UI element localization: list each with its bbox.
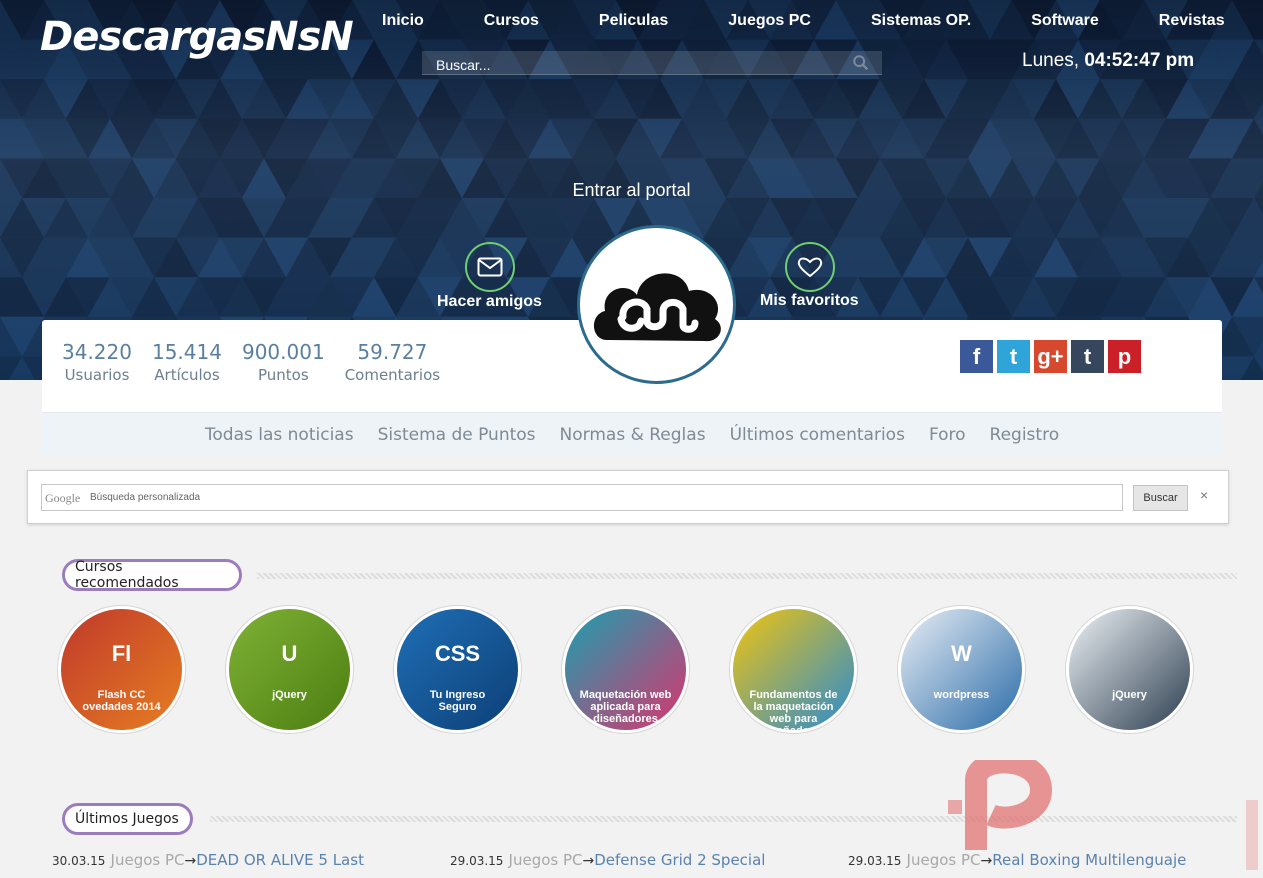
- games-section-title: Últimos Juegos: [62, 803, 193, 835]
- cloud-logo-icon: [593, 272, 721, 341]
- stat-users: 34.220 Usuarios: [62, 340, 132, 384]
- heart-icon: [797, 257, 823, 278]
- section-title-text: Últimos Juegos: [75, 811, 179, 827]
- nav-sistemas-op[interactable]: Sistemas OP.: [841, 10, 1001, 32]
- course-thumbnail[interactable]: CSS Tu Ingreso Seguro: [394, 606, 521, 733]
- nav-revistas[interactable]: Revistas: [1129, 10, 1255, 32]
- close-icon[interactable]: ×: [1200, 487, 1208, 503]
- nav-cursos[interactable]: Cursos: [454, 10, 569, 32]
- google-search-box: Google Buscar ×: [27, 470, 1229, 524]
- stat-label: Comentarios: [344, 366, 441, 384]
- googleplus-icon[interactable]: g+: [1034, 340, 1067, 373]
- section-divider: [257, 573, 1237, 579]
- subnav-register[interactable]: Registro: [990, 425, 1060, 445]
- section-title-text: Cursos recomendados: [75, 559, 179, 591]
- game-date: 29.03.15: [848, 854, 902, 868]
- google-search-input[interactable]: [90, 485, 1110, 510]
- course-caption-top: Fl: [111, 641, 132, 666]
- game-title[interactable]: DEAD OR ALIVE 5 Last: [196, 851, 364, 869]
- course-caption-bottom: jQuery: [272, 689, 307, 701]
- stat-value: 900.001: [241, 340, 325, 364]
- clock-day: Lunes,: [1022, 50, 1080, 71]
- search-icon[interactable]: [852, 54, 870, 72]
- subnav-forum[interactable]: Foro: [929, 425, 966, 445]
- sub-nav: Todas las noticias Sistema de Puntos Nor…: [42, 412, 1222, 456]
- facebook-icon[interactable]: f: [960, 340, 993, 373]
- nav-inicio[interactable]: Inicio: [352, 10, 454, 32]
- course-caption-bottom: Fundamentos de la maquetación web para d…: [749, 689, 838, 733]
- course-caption-top: W: [951, 641, 972, 666]
- watermark-logo: [948, 760, 1258, 870]
- game-category[interactable]: Juegos PC: [509, 851, 583, 869]
- courses-section-title: Cursos recomendados: [62, 559, 242, 591]
- course-caption-top: CSS: [434, 641, 481, 666]
- portal-logo[interactable]: [577, 225, 736, 384]
- nav-software[interactable]: Software: [1001, 10, 1129, 32]
- friends-button[interactable]: [465, 242, 515, 292]
- friends-label[interactable]: Hacer amigos: [437, 293, 542, 311]
- google-search-button[interactable]: Buscar: [1133, 485, 1188, 511]
- course-caption-bottom: Maquetación web aplicada para diseñadore…: [579, 689, 672, 725]
- stat-articles: 15.414 Artículos: [152, 340, 222, 384]
- top-nav: Inicio Cursos Peliculas Juegos PC Sistem…: [352, 10, 1255, 32]
- course-image: [1069, 609, 1190, 730]
- stat-label: Usuarios: [64, 366, 130, 384]
- game-date: 29.03.15: [450, 854, 504, 868]
- course-image: [229, 609, 350, 730]
- enter-portal-label[interactable]: Entrar al portal: [0, 180, 1263, 201]
- arrow-icon: →: [582, 853, 595, 869]
- favorites-button[interactable]: [785, 242, 835, 292]
- stat-label: Puntos: [257, 366, 309, 384]
- game-date: 30.03.15: [52, 854, 106, 868]
- course-thumbnail[interactable]: Fundamentos de la maquetación web para d…: [730, 606, 857, 733]
- course-thumbnail[interactable]: UjQuery: [226, 606, 353, 733]
- stat-value: 34.220: [62, 340, 132, 364]
- twitter-icon[interactable]: t: [997, 340, 1030, 373]
- course-caption-top: U: [281, 641, 298, 666]
- social-links: f t g+ t p: [960, 340, 1145, 373]
- nav-juegos-pc[interactable]: Juegos PC: [698, 10, 841, 32]
- subnav-points-system[interactable]: Sistema de Puntos: [378, 425, 536, 445]
- nav-peliculas[interactable]: Peliculas: [569, 10, 698, 32]
- course-thumbnail[interactable]: Fl Flash CC ovedades 2014: [58, 606, 185, 733]
- course-image: [901, 609, 1022, 730]
- arrow-icon: →: [184, 853, 197, 869]
- pinterest-icon[interactable]: p: [1108, 340, 1141, 373]
- site-search: [422, 51, 882, 75]
- course-caption-bottom: Tu Ingreso Seguro: [429, 689, 486, 713]
- stat-value: 15.414: [151, 340, 222, 364]
- course-caption-bottom: wordpress: [933, 689, 990, 701]
- subnav-rules[interactable]: Normas & Reglas: [560, 425, 706, 445]
- course-caption-bottom: Flash CC ovedades 2014: [82, 689, 161, 713]
- envelope-icon: [477, 257, 503, 277]
- game-item[interactable]: 29.03.15 Juegos PC→Defense Grid 2 Specia…: [450, 850, 848, 869]
- courses-list: Fl Flash CC ovedades 2014 UjQuery CSS Tu Ing…: [58, 606, 1234, 733]
- course-thumbnail[interactable]: Maquetación web aplicada para diseñadore…: [562, 606, 689, 733]
- google-search-field: Google: [41, 484, 1123, 511]
- site-logo[interactable]: DescargasNsN: [40, 14, 354, 60]
- course-caption-bottom: jQuery: [1112, 689, 1147, 701]
- stat-points: 900.001 Puntos: [242, 340, 325, 384]
- favorites-label[interactable]: Mis favoritos: [760, 292, 859, 310]
- game-item[interactable]: 30.03.15 Juegos PC→DEAD OR ALIVE 5 Last: [52, 850, 450, 869]
- subnav-all-news[interactable]: Todas las noticias: [205, 425, 354, 445]
- course-thumbnail[interactable]: Wwordpress: [898, 606, 1025, 733]
- stat-label: Artículos: [154, 366, 220, 384]
- course-thumbnail[interactable]: jQuery: [1066, 606, 1193, 733]
- game-category[interactable]: Juegos PC: [111, 851, 185, 869]
- google-logo: Google: [45, 491, 81, 505]
- stats-row: 34.220 Usuarios 15.414 Artículos 900.001…: [62, 340, 460, 384]
- clock: Lunes, 04:52:47 pm: [1022, 50, 1194, 72]
- stat-comments: 59.727 Comentarios: [345, 340, 440, 384]
- clock-time: 04:52:47 pm: [1084, 50, 1195, 71]
- search-input[interactable]: [422, 51, 842, 75]
- tumblr-icon[interactable]: t: [1071, 340, 1104, 373]
- subnav-latest-comments[interactable]: Últimos comentarios: [730, 425, 905, 445]
- stat-value: 59.727: [357, 340, 428, 364]
- game-title[interactable]: Defense Grid 2 Special: [594, 851, 765, 869]
